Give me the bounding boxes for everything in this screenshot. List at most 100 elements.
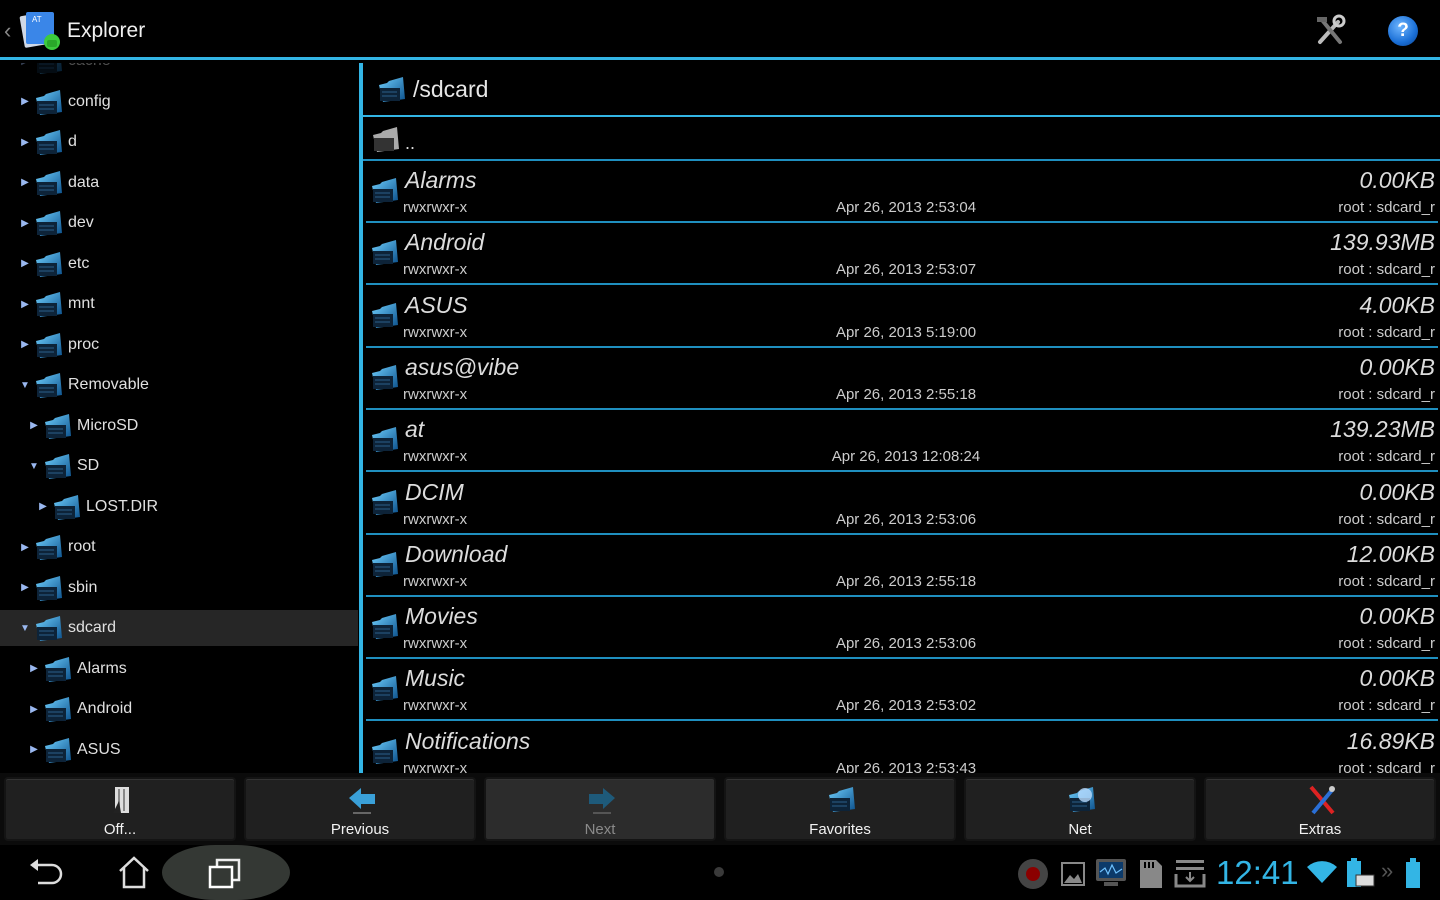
up-caret-icon[interactable]: ‹ (4, 18, 11, 44)
file-row[interactable]: Alarms rwxrwxr-x Apr 26, 2013 2:53:04 0.00K… (366, 161, 1438, 223)
tree-item[interactable]: ▶ data (0, 165, 358, 201)
keyboard-battery-icon (1347, 858, 1375, 887)
toolbar-button-previous[interactable]: Previous (244, 777, 476, 841)
file-row[interactable]: Download rwxrwxr-x Apr 26, 2013 2:55:18 12.… (366, 535, 1438, 597)
folder-icon (371, 426, 399, 453)
tree-item[interactable]: ▶ proc (0, 327, 358, 363)
monitor-icon[interactable] (1094, 855, 1128, 889)
tree-item[interactable]: ▶ root (0, 529, 358, 565)
expand-arrow-icon[interactable]: ▶ (18, 177, 32, 188)
file-name: ASUS (405, 291, 468, 318)
tree-item[interactable]: ▼ Removable (0, 367, 358, 403)
file-owner: root : sdcard_r (1338, 323, 1435, 341)
gallery-icon[interactable] (1060, 861, 1086, 887)
download-icon[interactable] (1174, 858, 1206, 888)
tree-item-label: Removable (68, 376, 149, 393)
tree-item[interactable]: ▼ sdcard (0, 610, 358, 646)
app-logo-icon[interactable]: AT (18, 8, 62, 52)
arrow-left-icon (349, 788, 375, 814)
back-icon[interactable] (28, 857, 64, 887)
file-size: 0.00KB (1359, 167, 1435, 193)
home-icon[interactable] (116, 855, 152, 889)
path-header: /sdcard (363, 63, 1440, 117)
expand-arrow-icon[interactable]: ▶ (18, 299, 32, 310)
collapse-arrow-icon[interactable]: ▼ (27, 461, 41, 472)
expand-arrow-icon[interactable]: ▶ (36, 501, 50, 512)
file-owner: root : sdcard_r (1338, 261, 1435, 279)
file-row[interactable]: asus@vibe rwxrwxr-x Apr 26, 2013 2:55:18 0.… (366, 348, 1438, 410)
folder-icon (44, 696, 72, 723)
expand-arrow-icon[interactable]: ▶ (27, 663, 41, 674)
file-size: 12.00KB (1346, 540, 1435, 567)
tree-item[interactable]: ▶ mnt (0, 286, 358, 322)
record-icon[interactable] (1016, 857, 1050, 891)
sd-card-icon[interactable] (1138, 858, 1164, 890)
folder-tree[interactable]: ▶cache▶config▶d▶data▶dev▶etc▶mnt▶proc▼Re… (0, 63, 360, 773)
toolbar-button-next[interactable]: Next (484, 777, 716, 841)
file-permissions: rwxrwxr-x (403, 448, 468, 466)
expand-arrow-icon[interactable]: ▶ (18, 542, 32, 553)
tree-item[interactable]: ▼ SD (0, 448, 358, 484)
tree-item-label: proc (68, 335, 100, 353)
expand-arrow-icon[interactable]: ▶ (27, 704, 41, 715)
toolbar-button-extras[interactable]: Extras (1204, 777, 1436, 841)
file-date: Apr 26, 2013 5:19:00 (835, 323, 977, 341)
file-list[interactable]: .. Alarms rwxrwxr-x Apr 26, 2013 2:53:04 0.… (363, 119, 1440, 773)
file-row[interactable]: at rwxrwxr-x Apr 26, 2013 12:08:24 139.23MB… (366, 410, 1438, 473)
bottom-toolbar: Off... Previous Next Favorites Net Extras (0, 773, 1440, 845)
expand-arrow-icon[interactable]: ▶ (18, 96, 32, 107)
tree-item[interactable]: ▶ Alarms (0, 651, 358, 687)
tree-item[interactable]: ▶ ASUS (0, 732, 358, 768)
folder-icon (35, 210, 63, 237)
expand-arrow-icon[interactable]: ▶ (18, 582, 32, 593)
expand-arrow-icon[interactable]: ▶ (18, 218, 32, 229)
office-zip-icon (113, 787, 129, 813)
tree-item[interactable]: ▶ MicroSD (0, 408, 358, 444)
toolbar-button-net[interactable]: Net (964, 777, 1196, 841)
tree-item-label: sdcard (68, 619, 117, 636)
file-name: at (405, 416, 425, 443)
tree-item[interactable]: ▶ etc (0, 246, 358, 282)
wrench-hammer-icon[interactable] (1312, 14, 1348, 48)
collapse-arrow-icon[interactable]: ▼ (18, 380, 32, 391)
file-row[interactable]: Notifications rwxrwxr-x Apr 26, 2013 2:53:… (366, 722, 1438, 773)
parent-directory-row[interactable]: .. (363, 119, 1440, 161)
folder-icon (371, 239, 399, 266)
toolbar-button-off[interactable]: Off... (4, 777, 236, 841)
tree-item[interactable]: ▶ LOST.DIR (0, 489, 358, 525)
file-row[interactable]: DCIM rwxrwxr-x Apr 26, 2013 2:53:06 0.00KB r… (366, 473, 1438, 535)
expand-arrow-icon[interactable]: ▶ (18, 137, 32, 148)
folder-icon (378, 76, 406, 103)
collapse-arrow-icon[interactable]: ▼ (18, 623, 32, 634)
app-title: Explorer (67, 19, 146, 42)
tree-item[interactable]: ▶ dev (0, 205, 358, 241)
file-permissions: rwxrwxr-x (403, 261, 468, 279)
folder-icon (371, 738, 399, 765)
file-date: Apr 26, 2013 2:53:06 (835, 510, 977, 528)
file-row[interactable]: Android rwxrwxr-x Apr 26, 2013 2:53:07 139.… (366, 223, 1438, 286)
help-icon[interactable]: ? (1388, 16, 1418, 46)
expand-arrow-icon[interactable]: ▶ (27, 744, 41, 755)
recent-apps-icon[interactable] (207, 857, 243, 889)
tree-item[interactable]: ▶ sbin (0, 570, 358, 606)
arrow-right-icon (589, 788, 615, 814)
tree-item[interactable]: ▶ config (0, 84, 358, 120)
expand-arrow-icon[interactable]: ▶ (27, 420, 41, 431)
expand-arrow-icon[interactable]: ▶ (18, 258, 32, 269)
tree-item[interactable]: ▶ Android (0, 691, 358, 727)
file-permissions: rwxrwxr-x (403, 199, 468, 216)
current-path: /sdcard (413, 76, 489, 102)
file-row[interactable]: Music rwxrwxr-x Apr 26, 2013 2:53:02 0.00KB… (366, 659, 1438, 722)
file-row[interactable]: ASUS rwxrwxr-x Apr 26, 2013 5:19:00 4.00KB r… (366, 286, 1438, 348)
tree-item[interactable]: ▶ cache (0, 63, 358, 79)
file-row[interactable]: Movies rwxrwxr-x Apr 26, 2013 2:53:06 0.00K… (366, 597, 1438, 660)
tree-item[interactable]: ▶ d (0, 124, 358, 160)
toolbar-button-label: Net (1068, 821, 1092, 838)
tree-item-label: etc (68, 254, 90, 272)
tree-item-label: config (68, 92, 111, 110)
tree-item-label: Android (77, 700, 133, 717)
toolbar-button-favorites[interactable]: Favorites (724, 777, 956, 841)
expand-arrow-icon[interactable]: ▶ (18, 339, 32, 350)
system-bar: 12:41 » (0, 845, 1440, 900)
expand-arrow-icon[interactable]: ▶ (18, 63, 32, 67)
